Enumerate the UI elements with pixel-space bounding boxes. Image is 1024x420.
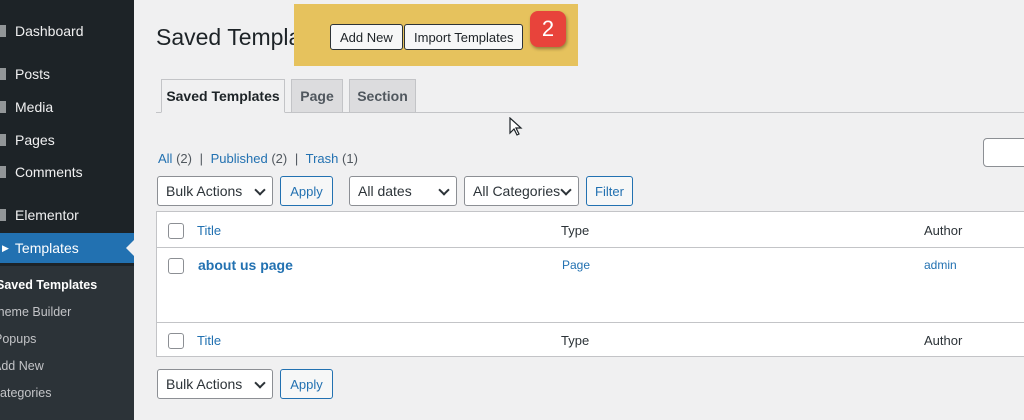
select-all-checkbox-footer[interactable] <box>168 333 184 349</box>
column-type-footer: Type <box>561 333 590 348</box>
tab-divider <box>156 112 1024 113</box>
chevron-down-icon <box>254 184 266 196</box>
row-type-link[interactable]: Page <box>562 258 590 272</box>
sidebar-item-templates[interactable]: ▶ Templates <box>0 233 134 263</box>
tab-page[interactable]: Page <box>291 79 343 113</box>
separator: | <box>199 151 203 166</box>
sidebar-item-media[interactable]: Media <box>0 92 134 122</box>
apply-button-bottom[interactable]: Apply <box>280 369 333 399</box>
caret-right-icon: ▶ <box>2 242 9 253</box>
submenu-item-popups[interactable]: Popups <box>0 326 134 352</box>
view-trash-count: (1) <box>342 151 358 166</box>
add-new-button[interactable]: Add New <box>330 24 403 50</box>
media-icon <box>0 101 6 113</box>
filter-button[interactable]: Filter <box>586 176 633 206</box>
header-divider <box>157 247 1024 248</box>
view-filters: All (2) | Published (2) | Trash (1) <box>158 151 358 166</box>
pages-icon <box>0 134 6 146</box>
bulk-actions-select-top[interactable]: Bulk Actions <box>157 176 273 206</box>
sidebar-item-label: Templates <box>14 240 79 256</box>
chevron-down-icon <box>254 377 266 389</box>
sidebar-item-pages[interactable]: Pages <box>0 125 134 155</box>
view-trash-link[interactable]: Trash <box>306 151 339 166</box>
bulk-actions-select-bottom[interactable]: Bulk Actions <box>157 369 273 399</box>
submenu-item-add-new[interactable]: Add New <box>0 353 134 379</box>
dashboard-icon <box>0 25 6 37</box>
view-published-link[interactable]: Published <box>211 151 268 166</box>
view-all-count: (2) <box>176 151 192 166</box>
sidebar-item-comments[interactable]: Comments <box>0 157 134 187</box>
submenu-item-theme-builder[interactable]: Theme Builder <box>0 299 134 325</box>
separator: | <box>294 151 299 166</box>
tab-section[interactable]: Section <box>349 79 416 113</box>
submenu-item-saved-templates[interactable]: Saved Templates <box>0 272 134 298</box>
step-badge: 2 <box>530 11 566 47</box>
column-title-header[interactable]: Title <box>197 223 221 238</box>
sidebar-item-label: Posts <box>15 66 51 82</box>
sidebar-item-label: Comments <box>15 164 83 180</box>
row-author-link[interactable]: admin <box>924 258 957 272</box>
chevron-down-icon <box>560 184 572 196</box>
templates-table: Title Type Author about us page Page adm… <box>156 211 1024 357</box>
sidebar-item-posts[interactable]: Posts <box>0 59 134 89</box>
sidebar-item-dashboard[interactable]: Dashboard <box>0 16 134 46</box>
row-checkbox[interactable] <box>168 258 184 274</box>
sidebar-item-label: Media <box>15 99 54 115</box>
dates-select[interactable]: All dates <box>349 176 457 206</box>
row-title-link[interactable]: about us page <box>198 257 293 273</box>
sidebar-item-elementor[interactable]: Elementor <box>0 200 134 230</box>
sidebar-item-label: Dashboard <box>15 23 84 39</box>
select-all-checkbox[interactable] <box>168 223 184 239</box>
sidebar-item-label: Elementor <box>15 207 79 223</box>
search-input[interactable] <box>983 138 1024 167</box>
posts-icon <box>0 68 6 80</box>
templates-submenu: Saved Templates Theme Builder Popups Add… <box>0 266 134 420</box>
column-type-header: Type <box>561 223 590 238</box>
submenu-item-categories[interactable]: Categories <box>0 380 134 406</box>
view-published-count: (2) <box>271 151 288 166</box>
column-title-footer[interactable]: Title <box>197 333 221 348</box>
admin-sidebar: Dashboard Posts Media Pages Comments Ele… <box>0 0 134 420</box>
elementor-icon <box>0 209 6 221</box>
footer-divider <box>157 322 1024 323</box>
sidebar-item-label: Pages <box>15 132 55 148</box>
import-templates-button[interactable]: Import Templates <box>404 24 524 50</box>
tab-saved-templates[interactable]: Saved Templates <box>161 79 285 113</box>
apply-button-top[interactable]: Apply <box>280 176 333 206</box>
chevron-down-icon <box>438 184 450 196</box>
column-author-footer: Author <box>924 333 963 348</box>
categories-select[interactable]: All Categories <box>464 176 579 206</box>
mouse-cursor-icon <box>509 117 523 136</box>
comments-icon <box>0 166 6 178</box>
column-author-header: Author <box>924 223 963 238</box>
view-all-link[interactable]: All <box>158 151 172 166</box>
